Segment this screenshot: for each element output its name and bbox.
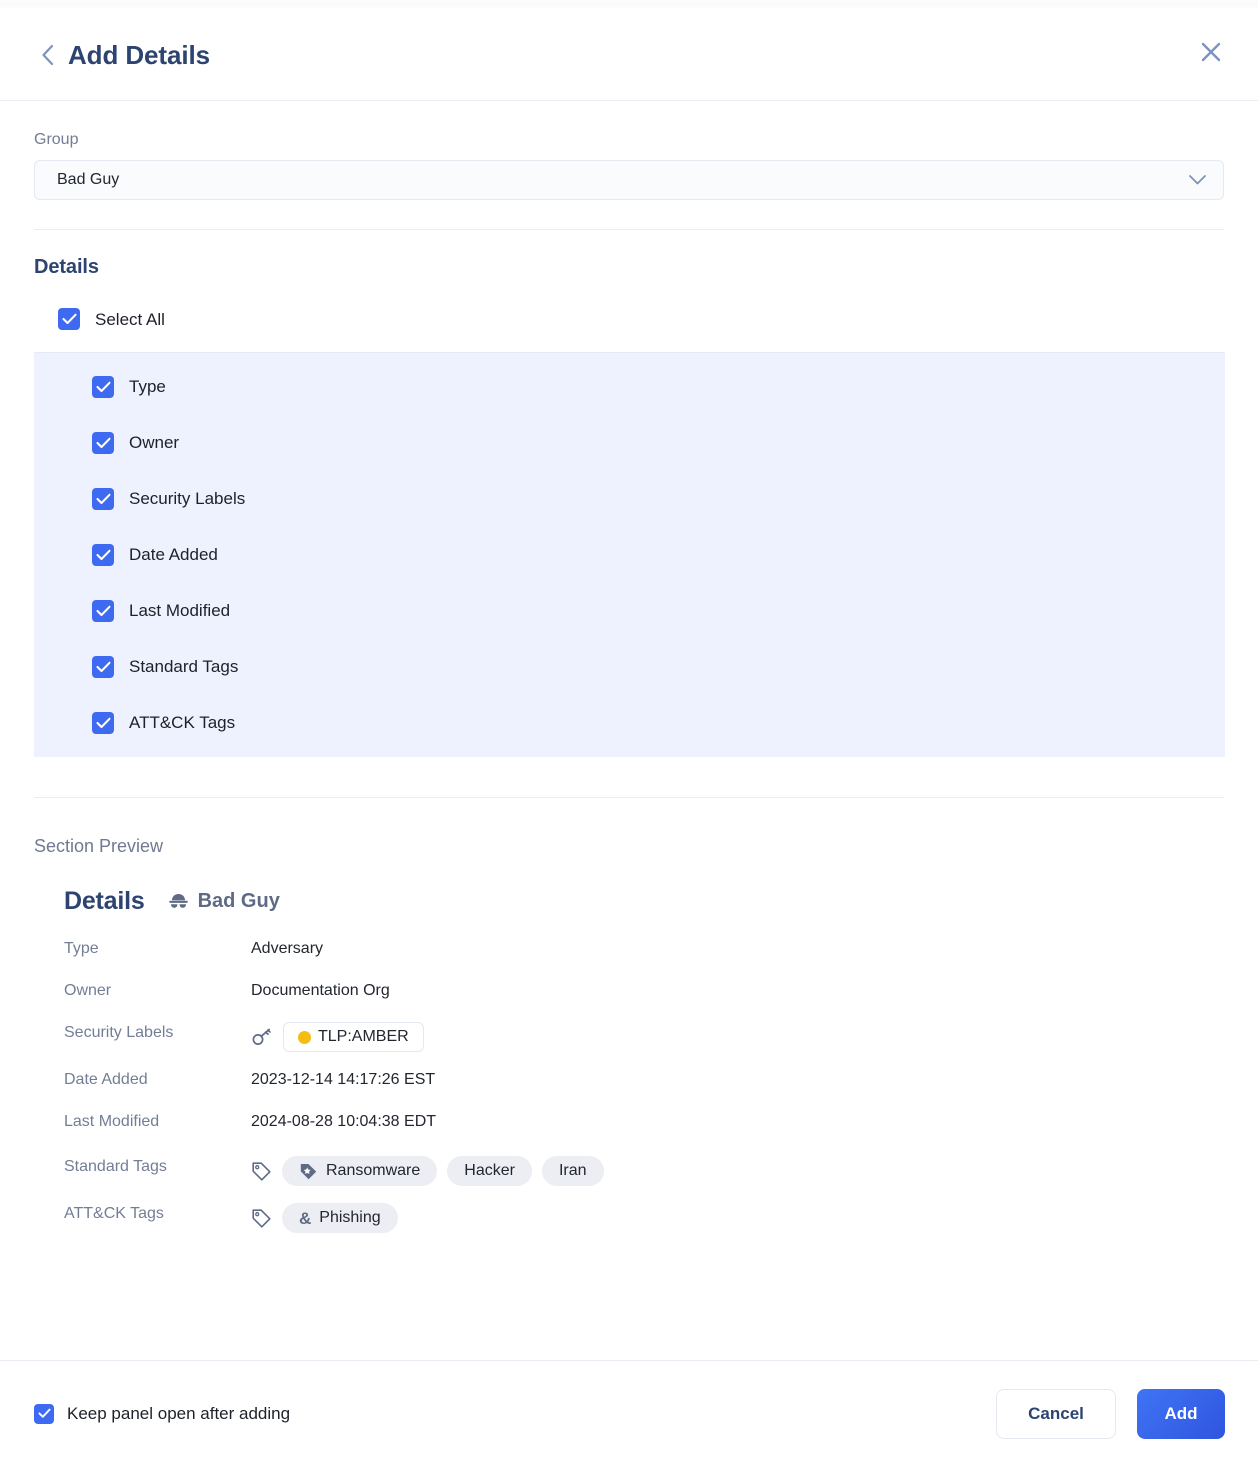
keep-panel-open-row[interactable]: Keep panel open after adding [34, 1403, 291, 1424]
tag-chip-iran[interactable]: Iran [541, 1156, 604, 1186]
checkbox-row-standard-tags[interactable]: Standard Tags [34, 652, 1225, 681]
close-icon [1199, 40, 1223, 69]
section-preview: Details Bad Guy Type Adversary Owner Doc… [0, 887, 1258, 1233]
checkbox-label-owner: Owner [129, 433, 180, 452]
security-label-chip-text: TLP:AMBER [318, 1028, 409, 1045]
tlp-color-dot [298, 1030, 311, 1044]
panel-body: Group Bad Guy Details Select All Type Ow… [0, 101, 1258, 1360]
checkbox-label-security-labels: Security Labels [129, 489, 246, 508]
checkbox-label-attck-tags: ATT&CK Tags [129, 713, 236, 732]
checkbox-row-security-labels[interactable]: Security Labels [34, 484, 1225, 513]
detail-value-last-modified: 2024-08-28 10:04:38 EDT [251, 1112, 437, 1130]
attck-ampersand-icon: & [299, 1208, 312, 1228]
checkbox-row-type[interactable]: Type [34, 372, 1225, 401]
detail-value-owner: Documentation Org [251, 981, 390, 999]
key-icon [251, 1027, 273, 1047]
detail-key-date-added: Date Added [64, 1071, 148, 1088]
group-field-block: Group Bad Guy [0, 101, 1258, 200]
window-top-strip [0, 0, 1258, 9]
group-label: Group [34, 131, 79, 148]
cancel-button[interactable]: Cancel [996, 1388, 1116, 1439]
detail-value-type: Adversary [251, 939, 324, 957]
panel-header: Add Details [0, 9, 1258, 101]
section-preview-label: Section Preview [34, 836, 164, 856]
detail-row-type: Type Adversary [64, 938, 1224, 966]
detail-row-standard-tags: Standard Tags Ransomware Hacker Iran [64, 1156, 1224, 1186]
detail-row-last-modified: Last Modified 2024-08-28 10:04:38 EDT [64, 1111, 1224, 1139]
checkbox-label-select-all: Select All [95, 309, 165, 329]
checkbox-date-added[interactable] [92, 543, 114, 566]
preview-title: Details [64, 887, 145, 915]
detail-row-date-added: Date Added 2023-12-14 14:17:26 EST [64, 1069, 1224, 1097]
tag-chip-phishing[interactable]: & Phishing [282, 1203, 398, 1233]
detail-value-standard-tags: Ransomware Hacker Iran [251, 1156, 604, 1186]
group-select-value: Bad Guy [57, 171, 120, 188]
detail-key-type: Type [64, 940, 99, 957]
spy-icon [168, 892, 189, 911]
preview-group: Bad Guy [168, 890, 280, 913]
detail-row-owner: Owner Documentation Org [64, 980, 1224, 1008]
detail-key-standard-tags: Standard Tags [64, 1158, 167, 1175]
detail-value-attck-tags: & Phishing [251, 1203, 398, 1233]
detail-value-date-added: 2023-12-14 14:17:26 EST [251, 1070, 436, 1088]
tag-chip-label: Phishing [319, 1209, 381, 1226]
tag-chip-label: Ransomware [326, 1162, 421, 1179]
tag-outline-icon [251, 1161, 272, 1182]
checkbox-select-all[interactable] [58, 308, 80, 330]
group-select[interactable]: Bad Guy [34, 160, 1224, 200]
detail-key-attck-tags: ATT&CK Tags [64, 1205, 164, 1222]
back-button[interactable] [34, 40, 60, 70]
checkbox-row-select-all[interactable]: Select All [0, 305, 1258, 333]
checkbox-last-modified[interactable] [92, 599, 114, 622]
preview-group-name: Bad Guy [197, 890, 280, 912]
detail-row-security-labels: Security Labels TLP:AMBER [64, 1022, 1224, 1052]
tag-chip-label: Hacker [464, 1162, 515, 1179]
add-details-panel: Add Details Group Bad Guy Details Select… [0, 0, 1258, 1466]
tag-chip-label: Iran [558, 1162, 587, 1179]
checkbox-row-date-added[interactable]: Date Added [34, 540, 1225, 569]
checkbox-owner[interactable] [92, 431, 114, 454]
checkbox-label-type: Type [129, 377, 166, 396]
tag-chip-ransomware[interactable]: Ransomware [282, 1156, 438, 1186]
checkbox-type[interactable] [92, 375, 114, 398]
checkbox-standard-tags[interactable] [92, 655, 114, 678]
checkbox-security-labels[interactable] [92, 487, 114, 510]
details-options-group: Type Owner Security Labels Date Added La… [34, 352, 1225, 757]
detail-value-security-labels: TLP:AMBER [251, 1022, 424, 1052]
checkbox-keep-panel-open[interactable] [34, 1403, 54, 1424]
chevron-left-icon [41, 44, 54, 66]
security-label-chip[interactable]: TLP:AMBER [283, 1022, 424, 1052]
tag-star-icon [299, 1162, 318, 1181]
keep-panel-open-label: Keep panel open after adding [67, 1403, 291, 1423]
checkbox-row-attck-tags[interactable]: ATT&CK Tags [34, 708, 1225, 737]
details-section-title: Details [34, 256, 99, 278]
page-title: Add Details [68, 39, 210, 70]
checkbox-label-date-added: Date Added [129, 545, 218, 564]
detail-key-owner: Owner [64, 982, 112, 999]
checkbox-label-standard-tags: Standard Tags [129, 657, 239, 676]
preview-header: Details Bad Guy [64, 887, 1224, 916]
close-button[interactable] [1194, 38, 1228, 72]
tag-outline-icon [251, 1208, 272, 1229]
checkbox-row-last-modified[interactable]: Last Modified [34, 596, 1225, 625]
chevron-down-icon [1188, 174, 1207, 186]
checkbox-label-last-modified: Last Modified [129, 601, 231, 620]
detail-key-security-labels: Security Labels [64, 1024, 174, 1041]
add-button[interactable]: Add [1137, 1388, 1225, 1439]
detail-row-attck-tags: ATT&CK Tags & Phishing [64, 1203, 1224, 1233]
checkbox-row-owner[interactable]: Owner [34, 428, 1225, 457]
tag-chip-hacker[interactable]: Hacker [447, 1156, 532, 1186]
checkbox-attck-tags[interactable] [92, 711, 114, 734]
detail-key-last-modified: Last Modified [64, 1113, 160, 1130]
panel-footer: Keep panel open after adding Cancel Add [0, 1360, 1258, 1466]
